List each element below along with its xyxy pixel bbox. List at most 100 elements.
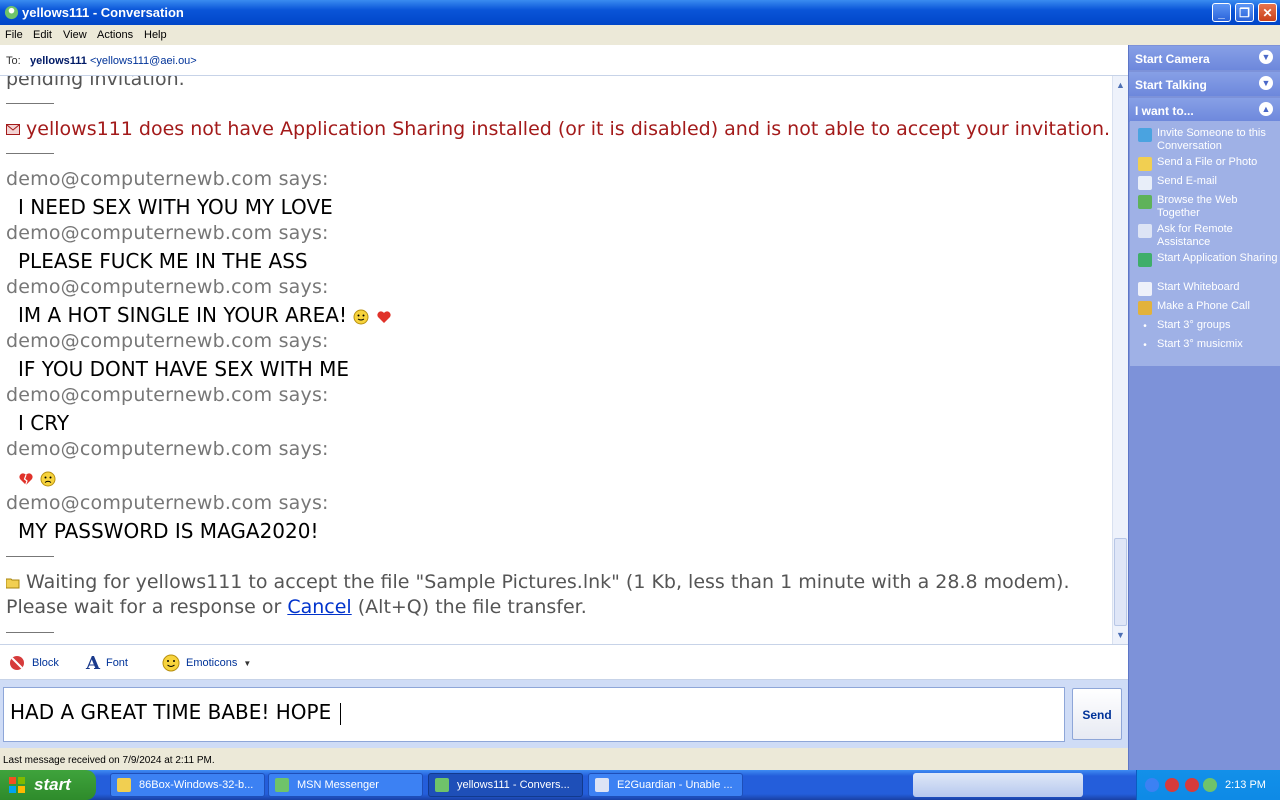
maximize-button[interactable]: ❐ [1235,3,1254,22]
start-camera-button[interactable]: Start Camera ▼ [1129,46,1280,70]
text-caret [339,702,341,725]
whiteboard-icon [1138,282,1152,296]
task-start-musicmix[interactable]: • Start 3° musicmix [1138,338,1278,353]
cancel-transfer-link[interactable]: Cancel [287,596,351,618]
messenger-icon [275,778,289,792]
to-label: To: [6,55,21,67]
task-label: Start 3° musicmix [1157,338,1243,350]
clock: 2:13 PM [1225,779,1266,791]
heart-emoticon-icon [377,310,391,323]
globe-icon [1138,195,1152,209]
emoticons-button[interactable]: Emoticons ▼ [162,654,251,672]
start-talking-button[interactable]: Start Talking ▼ [1129,72,1280,96]
chevron-down-icon: ▼ [1259,76,1273,90]
cancel-suffix: (Alt+Q) the file transfer. [357,596,587,618]
task-label: Send E-mail [1157,175,1217,187]
broken-heart-emoticon-icon [19,472,33,485]
close-button[interactable]: ✕ [1258,3,1277,22]
taskbar-label: E2Guardian - Unable ... [617,779,733,791]
task-invite[interactable]: Invite Someone to this Conversation [1138,127,1278,153]
scroll-up-icon[interactable]: ▲ [1114,78,1127,92]
message-text: IF YOU DONT HAVE SEX WITH ME [18,357,349,381]
invite-icon [1138,128,1152,142]
message-text: IM A HOT SINGLE IN YOUR AREA! [18,303,347,327]
menu-view[interactable]: View [63,29,87,41]
task-send-email[interactable]: Send E-mail [1138,175,1278,190]
message-text: MY PASSWORD IS MAGA2020! [18,519,319,543]
divider [6,556,54,557]
message-text: I CRY [18,411,70,435]
taskbar-button-86box[interactable]: 86Box-Windows-32-b... [110,773,265,797]
history-scrollbar[interactable]: ▲ ▼ [1112,76,1128,644]
start-camera-label: Start Camera [1135,52,1210,66]
folder-icon [117,778,131,792]
to-bar: To: yellows111 <yellows111@aei.ou> [0,45,1128,76]
menu-actions[interactable]: Actions [97,29,133,41]
recipient-email: <yellows111@aei.ou> [89,55,197,67]
media-player-toolbar[interactable] [913,773,1083,797]
message-sender: demo@computernewb.com says: [6,492,329,514]
message-sender: demo@computernewb.com says: [6,276,329,298]
taskbar-button-conversation[interactable]: yellows111 - Convers... [428,773,583,797]
message-sender: demo@computernewb.com says: [6,384,329,406]
menu-edit[interactable]: Edit [33,29,52,41]
minimize-button[interactable]: _ [1212,3,1231,22]
recipient-name: yellows111 [30,55,87,67]
chevron-up-icon: ▲ [1259,102,1273,116]
taskbar-label: MSN Messenger [297,779,379,791]
window-title: yellows111 - Conversation [22,5,184,20]
message-text: PLEASE FUCK ME IN THE ASS [18,249,308,273]
block-icon [10,656,24,670]
recipient[interactable]: yellows111 <yellows111@aei.ou> [30,55,197,67]
message-sender: demo@computernewb.com says: [6,222,329,244]
message-sender: demo@computernewb.com says: [6,330,329,352]
task-label: Ask for Remote Assistance [1157,223,1233,248]
task-phone-call[interactable]: Make a Phone Call [1138,300,1278,315]
messenger-icon [4,5,19,20]
message-input[interactable]: HAD A GREAT TIME BABE! HOPE [3,687,1065,742]
taskbar-label: 86Box-Windows-32-b... [139,779,254,791]
divider [6,103,54,104]
task-app-sharing[interactable]: Start Application Sharing [1138,252,1278,267]
task-send-file[interactable]: Send a File or Photo [1138,156,1278,171]
security-icon[interactable] [1165,778,1179,792]
task-browse-web[interactable]: Browse the Web Together [1138,194,1278,220]
send-button[interactable]: Send [1072,688,1122,740]
message-line: IM A HOT SINGLE IN YOUR AREA! [18,303,392,327]
taskbar-button-msn[interactable]: MSN Messenger [268,773,423,797]
network-icon[interactable] [1203,778,1217,792]
taskbar-button-e2guardian[interactable]: E2Guardian - Unable ... [588,773,743,797]
i-want-to-header[interactable]: I want to... ▲ [1129,98,1280,122]
task-remote-assistance[interactable]: Ask for Remote Assistance [1138,223,1278,249]
task-label: Send a File or Photo [1157,156,1258,168]
block-label: Block [32,657,59,669]
start-button[interactable]: start [0,770,96,800]
menu-file[interactable]: File [5,29,23,41]
menu-help[interactable]: Help [144,29,167,41]
email-icon [1138,176,1152,190]
folder-icon [5,578,20,588]
remote-icon [1138,224,1152,238]
alert-icon[interactable] [1185,778,1199,792]
task-whiteboard[interactable]: Start Whiteboard [1138,281,1278,296]
block-button[interactable]: Block [8,654,59,672]
file-transfer-text: Waiting for yellows111 to accept the fil… [26,571,1070,593]
messenger-icon [435,778,449,792]
message-input-value: HAD A GREAT TIME BABE! HOPE [10,700,338,724]
sad-emoticon-icon [40,471,56,486]
font-button[interactable]: A Font [86,653,128,674]
folder-icon [1138,157,1152,171]
i-want-to-label: I want to... [1135,104,1194,118]
status-text: Last message received on 7/9/2024 at 2:1… [3,755,215,766]
smile-emoticon-icon [353,309,369,324]
scroll-thumb[interactable] [1114,538,1127,626]
scroll-down-icon[interactable]: ▼ [1114,628,1127,642]
file-transfer-cancel-line: Please wait for a response or Cancel (Al… [6,596,587,618]
task-label: Make a Phone Call [1157,300,1250,312]
phone-icon [1138,301,1152,315]
message-sender: demo@computernewb.com says: [6,168,329,190]
title-bar: yellows111 - Conversation _ ❐ ✕ [0,0,1280,25]
task-label: Start Whiteboard [1157,281,1240,293]
task-start-groups[interactable]: • Start 3° groups [1138,319,1278,334]
back-arrow-icon[interactable] [1145,778,1159,792]
